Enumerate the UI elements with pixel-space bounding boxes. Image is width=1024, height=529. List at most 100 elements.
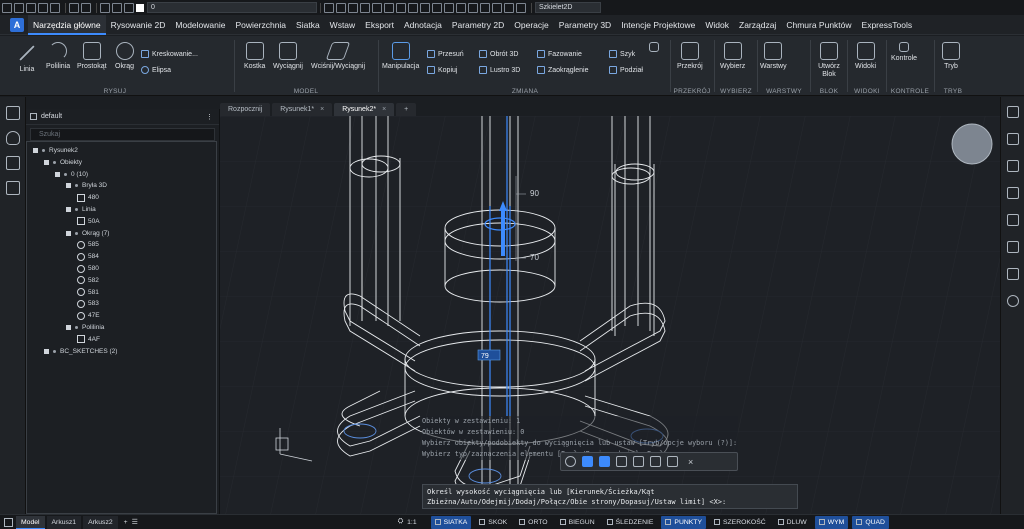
widoki-button[interactable]: Widoki xyxy=(855,42,876,70)
status-toggle-6[interactable]: SZEROKOŚĆ xyxy=(710,516,770,529)
tree-node[interactable]: 585 xyxy=(77,239,99,250)
tree-node[interactable]: 581 xyxy=(77,287,99,298)
ribbon-tab-4[interactable]: Siatka xyxy=(291,15,325,35)
cut-icon[interactable] xyxy=(360,2,370,13)
okrag-button[interactable]: Okrąg xyxy=(115,42,134,70)
layout-icon[interactable] xyxy=(1006,214,1019,226)
layer-lock-icon[interactable] xyxy=(124,2,134,13)
copy-icon[interactable] xyxy=(336,2,346,13)
visual-style-combo[interactable]: Szkielet2D xyxy=(535,2,601,13)
elipsa-button[interactable]: Elipsa xyxy=(141,66,171,74)
ribbon-tab-7[interactable]: Adnotacja xyxy=(399,15,447,35)
przekroj-button[interactable]: Przekrój xyxy=(677,42,703,70)
orbit-icon[interactable] xyxy=(432,2,442,13)
render-icon[interactable] xyxy=(492,2,502,13)
app-menu-icon[interactable]: A xyxy=(10,17,24,32)
tree-node[interactable]: 480 xyxy=(77,192,99,203)
lustro3d-button[interactable]: Lustro 3D xyxy=(479,66,520,74)
properties-panel-icon[interactable] xyxy=(5,106,20,120)
tree-node[interactable]: 47E xyxy=(77,310,100,321)
tree-node[interactable]: Rysunek2 xyxy=(33,145,78,156)
status-toggle-4[interactable]: ŚLEDZENIE xyxy=(603,516,658,529)
fazowanie-button[interactable]: Fazowanie xyxy=(537,50,582,58)
utworz-blok-button[interactable]: Utwórz Blok xyxy=(815,42,843,79)
doc-tab-1[interactable]: Rysunek1* × xyxy=(272,103,333,116)
ribbon-tab-15[interactable]: ExpressTools xyxy=(857,15,918,35)
profile-select-icon[interactable] xyxy=(650,456,661,467)
status-toggle-8[interactable]: WYM xyxy=(814,515,849,529)
close-toolbar-icon[interactable]: × xyxy=(688,457,693,467)
ribbon-tab-14[interactable]: Chmura Punktów xyxy=(781,15,856,35)
layer-icon[interactable] xyxy=(384,2,394,13)
ribbon-tab-6[interactable]: Eksport xyxy=(360,15,399,35)
layers-stack-icon[interactable] xyxy=(1006,160,1019,172)
tree-node[interactable]: 0 (10) xyxy=(55,169,88,180)
manipulacja-button[interactable]: Manipulacja xyxy=(382,42,419,70)
measure-icon[interactable] xyxy=(456,2,466,13)
annotation-scale-icon[interactable]: ⛭ xyxy=(398,518,403,526)
layout-menu-icon[interactable]: ☰ xyxy=(132,518,138,526)
tree-node[interactable]: 50A xyxy=(77,216,100,227)
tree-node[interactable]: 584 xyxy=(77,251,99,262)
filter-icon[interactable] xyxy=(516,2,526,13)
tree-node[interactable]: 580 xyxy=(77,263,99,274)
close-tab-icon[interactable]: × xyxy=(382,106,386,113)
table-icon[interactable] xyxy=(504,2,514,13)
ribbon-tab-12[interactable]: Widok xyxy=(700,15,734,35)
edge-select-icon[interactable] xyxy=(616,456,627,467)
command-line[interactable]: Określ wysokość wyciągnięcia lub [Kierun… xyxy=(422,484,798,509)
kopiuj-button[interactable]: Kopiuj xyxy=(427,66,457,74)
undo-icon[interactable] xyxy=(69,2,79,13)
tree-node[interactable]: Obiekty xyxy=(44,157,82,168)
podzial-button[interactable]: Podział xyxy=(609,66,643,74)
print-icon[interactable] xyxy=(50,2,60,13)
ribbon-tab-5[interactable]: Wstaw xyxy=(325,15,361,35)
grid-icon[interactable] xyxy=(468,2,478,13)
matchprop-icon[interactable] xyxy=(372,2,382,13)
ribbon-tab-3[interactable]: Powierzchnia xyxy=(230,15,291,35)
annotation-scale[interactable]: 1:1 xyxy=(407,519,416,526)
ortho-icon[interactable] xyxy=(582,456,593,467)
shade-icon[interactable] xyxy=(480,2,490,13)
add-layout-icon[interactable]: + xyxy=(124,519,128,526)
status-toggle-2[interactable]: ORTO xyxy=(515,516,551,529)
status-toggle-1[interactable]: SKOK xyxy=(475,516,511,529)
trophy-icon[interactable] xyxy=(1006,241,1019,253)
prostokat-button[interactable]: Prostokąt xyxy=(77,42,107,70)
tree-node[interactable]: 4AF xyxy=(77,334,100,345)
filter-button[interactable] xyxy=(649,42,659,55)
status-toggle-3[interactable]: BIEGUN xyxy=(556,516,599,529)
status-toggle-7[interactable]: DLUW xyxy=(774,516,811,529)
layout-tab-1[interactable]: Arkusz1 xyxy=(46,515,82,529)
panel-menu-icon[interactable]: ⋮ xyxy=(206,113,213,121)
boundary-select-icon[interactable] xyxy=(667,456,678,467)
structure-panel-icon[interactable] xyxy=(5,156,20,170)
tree-node[interactable]: 582 xyxy=(77,275,99,286)
ribbon-tab-9[interactable]: Operacje xyxy=(509,15,554,35)
layer-freeze-icon[interactable] xyxy=(112,2,122,13)
status-toggle-0[interactable]: SIATKA xyxy=(430,515,472,529)
wybierz-button[interactable]: Wybierz xyxy=(720,42,745,70)
attach-icon[interactable] xyxy=(1006,187,1019,199)
polilinia-button[interactable]: Polilinia xyxy=(46,42,70,70)
new-file-icon[interactable] xyxy=(2,2,12,13)
ribbon-tab-0[interactable]: Narzędzia główne xyxy=(28,14,106,35)
layer-combo[interactable]: 0 xyxy=(147,2,317,13)
tree-node[interactable]: Okrąg (7) xyxy=(66,228,109,239)
kreskowanie-button[interactable]: Kreskowanie... xyxy=(141,50,198,58)
redo-icon[interactable] xyxy=(81,2,91,13)
layer-on-icon[interactable] xyxy=(100,2,110,13)
open-file-icon[interactable] xyxy=(14,2,24,13)
zoom-icon[interactable] xyxy=(408,2,418,13)
przesun-button[interactable]: Przesuń xyxy=(427,50,464,58)
view-icon[interactable] xyxy=(444,2,454,13)
linia-button[interactable]: Linia xyxy=(17,42,37,73)
wyciagnij-button[interactable]: Wyciągnij xyxy=(273,42,303,70)
ribbon-tab-11[interactable]: Intencje Projektowe xyxy=(616,15,700,35)
wcisnij-button[interactable]: Wciśnij/Wyciągnij xyxy=(311,42,365,70)
kontrole-button[interactable]: Kontrole xyxy=(891,42,917,62)
sliders-icon[interactable] xyxy=(1006,106,1019,118)
face-select-icon[interactable] xyxy=(599,456,610,467)
model-space-icon[interactable] xyxy=(4,517,13,527)
status-toggle-9[interactable]: QUAD xyxy=(852,515,889,529)
